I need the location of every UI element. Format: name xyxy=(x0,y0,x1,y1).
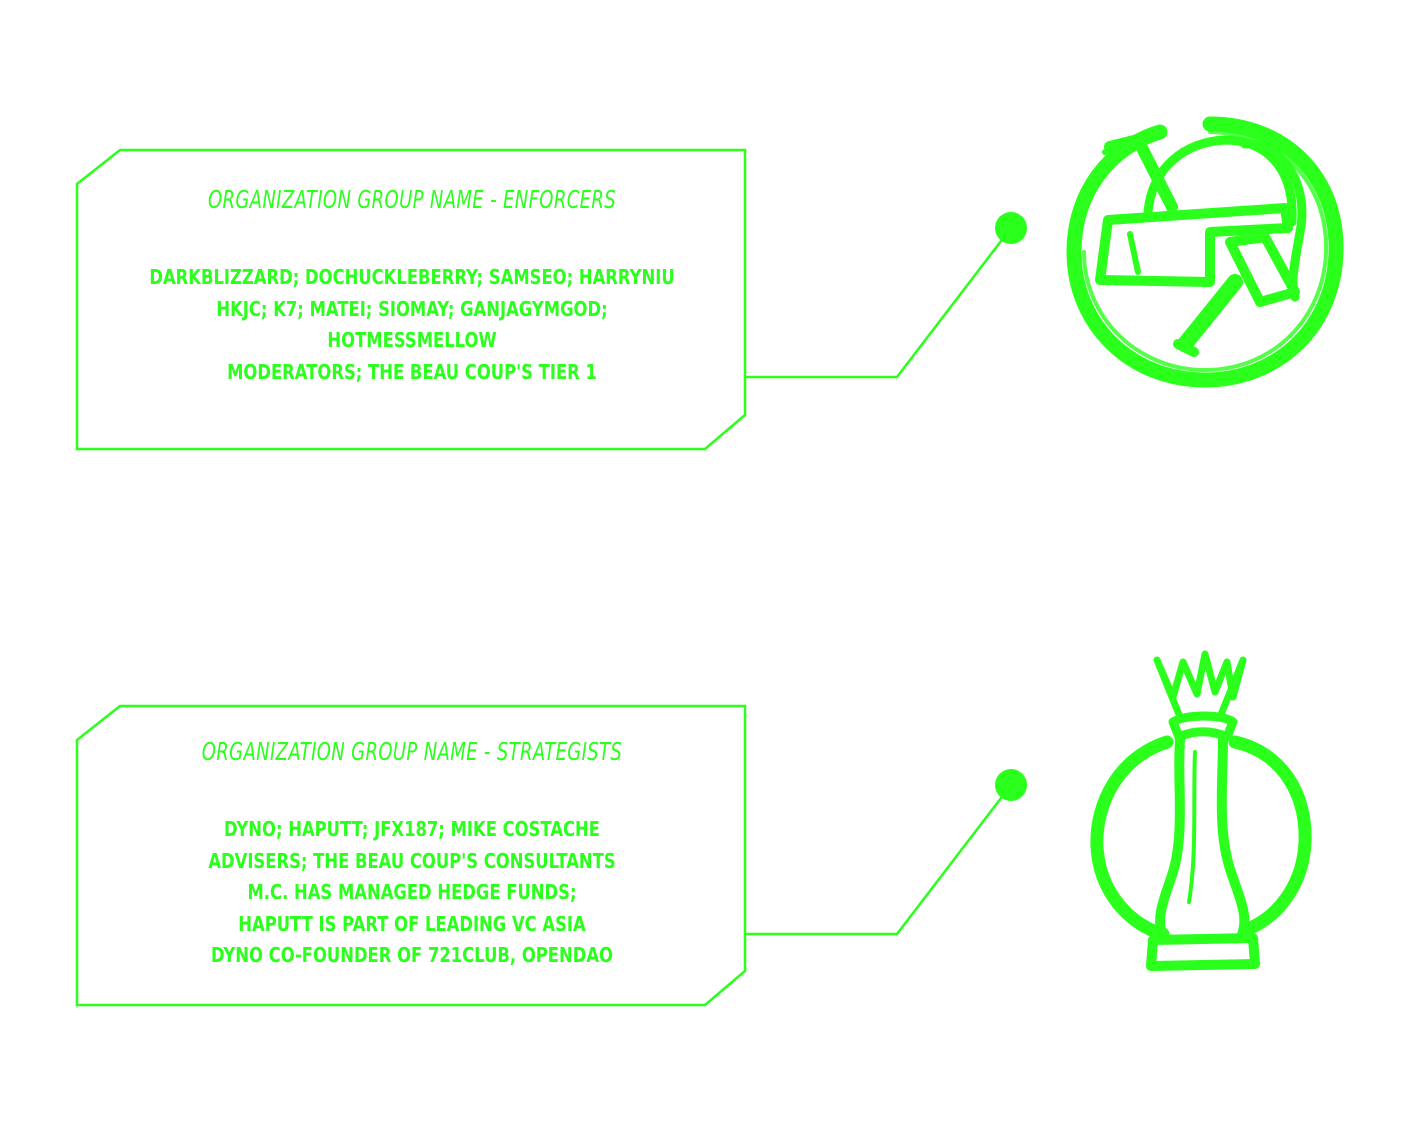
connector-line-strategists xyxy=(745,784,1012,936)
connector-line-enforcers xyxy=(745,227,1012,379)
card-enforcers: Organization Group Name - Enforcers Dark… xyxy=(80,183,744,388)
card-line: DarkBlizzard; Dochuckleberry; Samseo; Ha… xyxy=(149,265,675,289)
chess-queen-icon xyxy=(1090,650,1312,971)
connector-dot-enforcers xyxy=(995,212,1027,244)
card-title-strategists: Organization Group Name - Strategists xyxy=(201,737,623,766)
card-line: HKJC; K7; Matei; Siomay; GanjaGymGod; xyxy=(216,296,608,321)
card-member-list-strategists: Dyno; Haputt; Jfx187; Mike Costache Advi… xyxy=(80,814,744,972)
helmet-and-trowel-icon xyxy=(1066,116,1344,388)
card-line: M.C. has managed Hedge Funds; xyxy=(247,880,577,904)
card-line: Haputt is part of leading VC Asia xyxy=(238,911,586,936)
card-line: Dyno co-founder of 721club, OpenDAO xyxy=(210,943,613,967)
connector-dot-strategists xyxy=(995,769,1027,801)
card-strategists: Organization Group Name - Strategists Dy… xyxy=(80,735,744,972)
card-line: Moderators; The Beau Coup's Tier 1 xyxy=(227,359,597,384)
card-line: Dyno; Haputt; Jfx187; Mike Costache xyxy=(224,817,600,841)
card-title-enforcers: Organization Group Name - Enforcers xyxy=(207,185,617,214)
card-line: Advisers; The Beau Coup's Consultants xyxy=(208,848,616,873)
card-member-list-enforcers: DarkBlizzard; Dochuckleberry; Samseo; Ha… xyxy=(80,262,744,388)
card-line: Hotmessmellow xyxy=(327,328,497,352)
